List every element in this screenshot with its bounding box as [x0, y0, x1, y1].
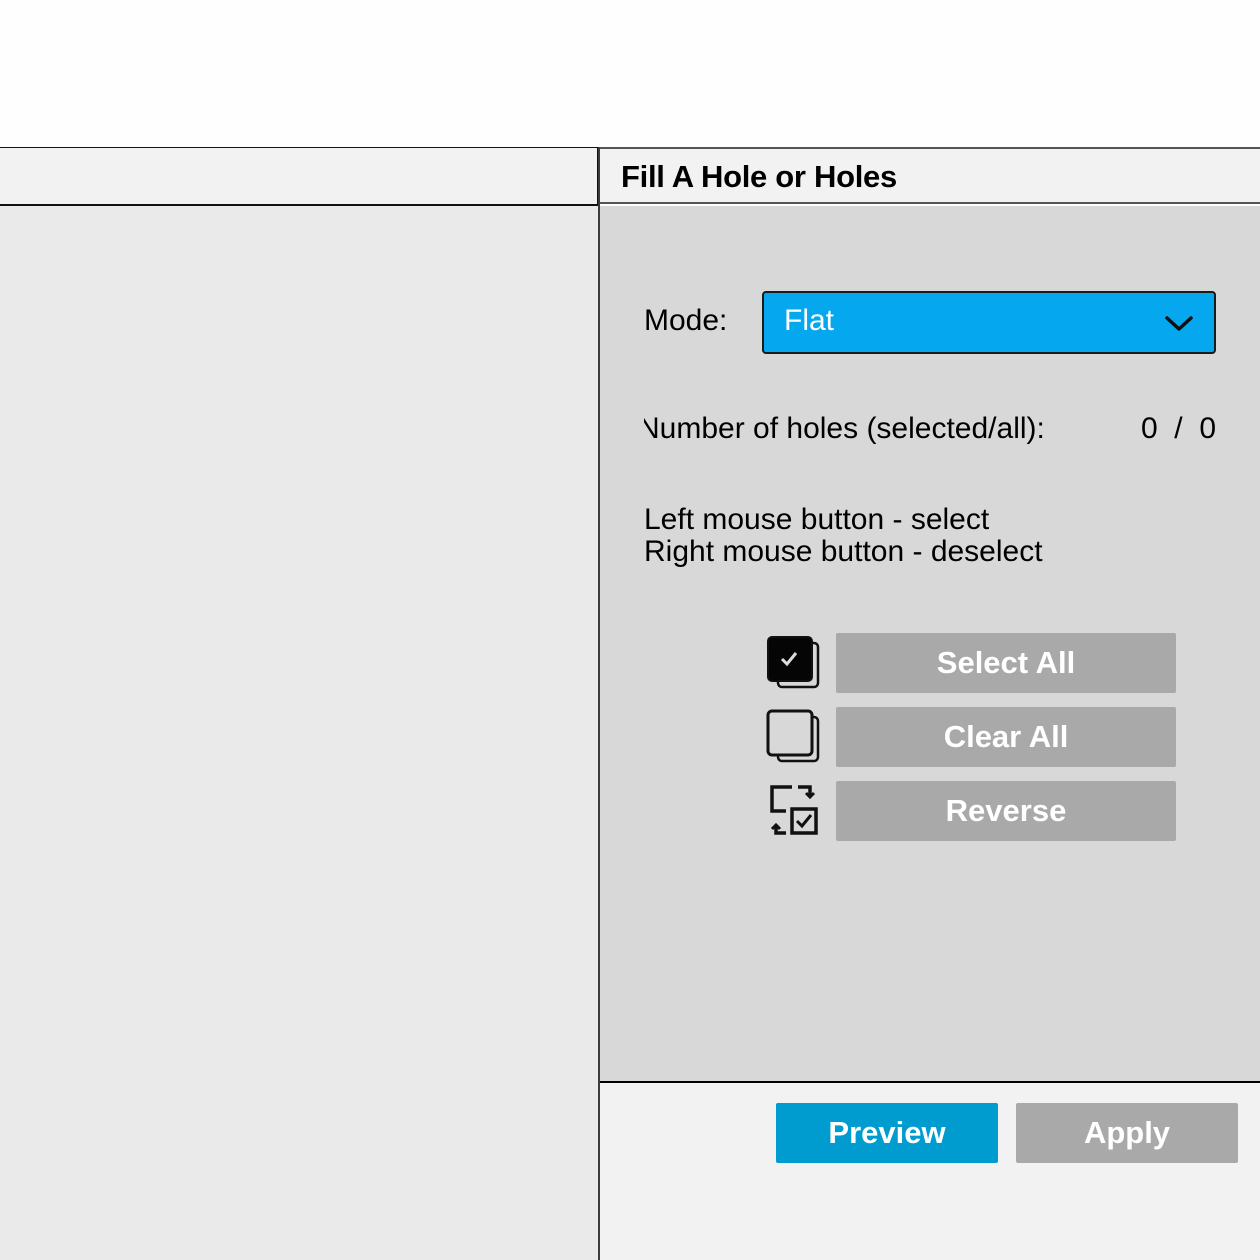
chevron-down-icon [1165, 316, 1193, 331]
select-all-checkbox-icon [767, 636, 820, 689]
left-panel-header [0, 147, 598, 206]
right-panel-header: Fill A Hole or Holes [600, 147, 1260, 204]
panel-footer: Preview Apply [600, 1081, 1260, 1260]
mode-label: Mode: [644, 304, 728, 337]
mode-dropdown[interactable]: Flat [762, 291, 1216, 354]
left-panel-viewport[interactable] [0, 206, 598, 1260]
panel-title: Fill A Hole or Holes [621, 159, 897, 194]
hint-left-mouse: Left mouse button - select [644, 503, 990, 536]
fill-hole-panel: Mode: Flat Number of holes (selected/all… [600, 206, 1260, 1081]
hint-right-mouse: Right mouse button - deselect [644, 535, 1043, 568]
clear-all-row: Clear All [766, 707, 1176, 767]
preview-button[interactable]: Preview [776, 1103, 998, 1163]
mouse-hints: Left mouse button - select Right mouse b… [644, 504, 1043, 568]
select-all-row: Select All [766, 633, 1176, 693]
holes-count-label: Number of holes (selected/all): [644, 412, 1045, 445]
apply-button[interactable]: Apply [1016, 1103, 1238, 1163]
reverse-selection-icon [770, 785, 818, 835]
reverse-row: Reverse [766, 781, 1176, 841]
select-all-button[interactable]: Select All [836, 633, 1176, 693]
holes-count-value: 0 / 0 [1140, 412, 1216, 445]
clear-all-checkbox-icon [766, 709, 820, 763]
clear-all-button[interactable]: Clear All [836, 707, 1176, 767]
mode-value: Flat [784, 304, 835, 337]
top-blank-area [0, 0, 1260, 147]
reverse-button[interactable]: Reverse [836, 781, 1176, 841]
